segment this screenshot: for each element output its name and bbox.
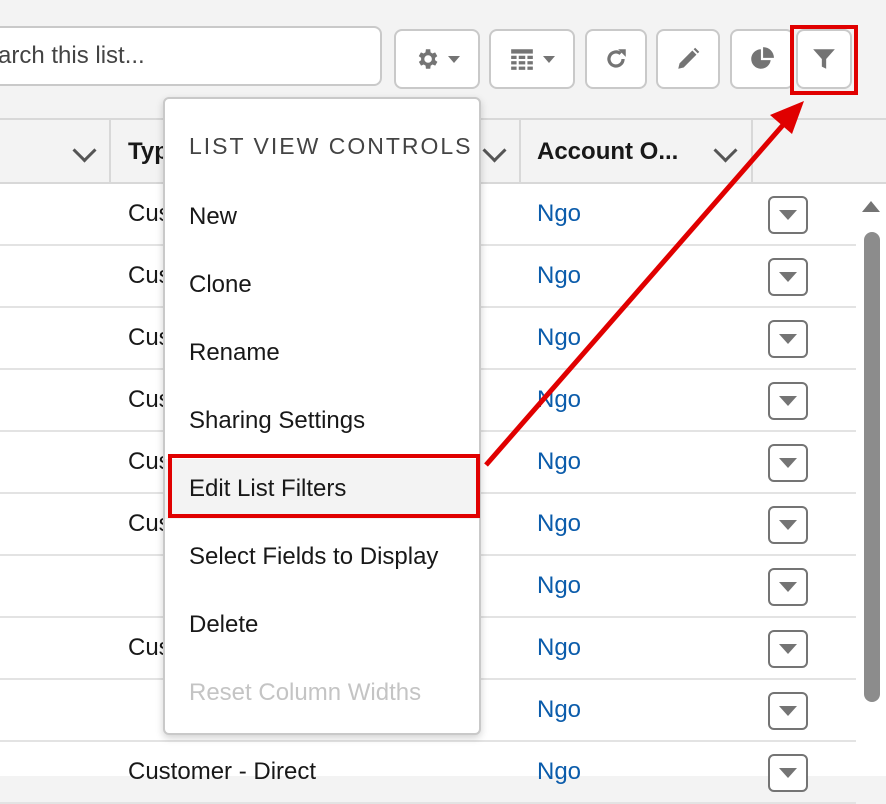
chevron-down-icon xyxy=(779,272,797,282)
chevron-down-icon xyxy=(779,334,797,344)
menu-title: LIST VIEW CONTROLS xyxy=(189,133,473,159)
pie-chart-icon xyxy=(751,47,774,69)
display-as-button[interactable] xyxy=(489,29,575,89)
edit-button[interactable] xyxy=(656,29,720,89)
gear-icon xyxy=(418,49,438,69)
chevron-down-icon xyxy=(779,396,797,406)
row-actions-button[interactable] xyxy=(768,196,808,234)
account-owner-link[interactable]: Ngo xyxy=(537,556,581,616)
row-actions-button[interactable] xyxy=(768,320,808,358)
account-owner-link[interactable]: Ngo xyxy=(537,680,581,740)
account-owner-link[interactable]: Ngo xyxy=(537,618,581,678)
chevron-down-icon[interactable] xyxy=(72,138,97,163)
filter-button-highlight xyxy=(790,25,858,95)
list-view-controls-menu: LIST VIEW CONTROLS New Clone Rename Sharing… xyxy=(163,97,481,735)
menu-item-reset-column-widths: Reset Column Widths xyxy=(189,679,422,706)
menu-item-sharing-settings[interactable]: Sharing Settings xyxy=(165,391,479,451)
column-header-account-owner[interactable]: Account O... xyxy=(537,120,678,184)
refresh-icon xyxy=(607,49,626,68)
account-owner-link[interactable]: Ngo xyxy=(537,370,581,430)
pencil-icon xyxy=(678,47,700,69)
refresh-button[interactable] xyxy=(585,29,647,89)
row-actions-button[interactable] xyxy=(768,568,808,606)
search-box[interactable] xyxy=(0,26,382,86)
chevron-down-icon xyxy=(448,55,460,63)
chevron-down-icon xyxy=(779,210,797,220)
menu-item-clone[interactable]: Clone xyxy=(165,255,479,315)
chevron-down-icon xyxy=(779,458,797,468)
scrollbar[interactable] xyxy=(864,232,880,702)
account-owner-link[interactable]: Ngo xyxy=(537,494,581,554)
row-actions-button[interactable] xyxy=(768,258,808,296)
row-actions-button[interactable] xyxy=(768,444,808,482)
account-owner-link[interactable]: Ngo xyxy=(537,308,581,368)
menu-item-new[interactable]: New xyxy=(165,187,479,247)
chevron-down-icon xyxy=(779,768,797,778)
chevron-down-icon[interactable] xyxy=(713,138,738,163)
row-actions-button[interactable] xyxy=(768,754,808,792)
menu-item-rename[interactable]: Rename xyxy=(165,323,479,383)
type-cell: Customer - Direct xyxy=(128,758,317,785)
row-actions-button[interactable] xyxy=(768,382,808,420)
account-owner-link[interactable]: Ngo xyxy=(537,246,581,306)
chevron-down-icon xyxy=(779,644,797,654)
menu-item-delete[interactable]: Delete xyxy=(165,595,479,655)
row-actions-button[interactable] xyxy=(768,630,808,668)
settings-button[interactable] xyxy=(394,29,480,89)
account-owner-link[interactable]: Ngo xyxy=(537,742,581,802)
search-input[interactable] xyxy=(0,41,380,71)
chevron-down-icon xyxy=(779,520,797,530)
chevron-down-icon[interactable] xyxy=(482,138,507,163)
charts-button[interactable] xyxy=(730,29,794,89)
scroll-up-arrow[interactable] xyxy=(862,201,880,212)
chevron-down-icon xyxy=(543,55,555,63)
account-owner-link[interactable]: Ngo xyxy=(537,432,581,492)
chevron-down-icon xyxy=(779,582,797,592)
table-icon xyxy=(511,49,533,70)
edit-list-filters-highlight xyxy=(168,454,480,518)
row-actions-button[interactable] xyxy=(768,506,808,544)
chevron-down-icon xyxy=(779,706,797,716)
account-owner-link[interactable]: Ngo xyxy=(537,184,581,244)
row-actions-button[interactable] xyxy=(768,692,808,730)
table-row: Customer - Direct Ngo xyxy=(0,742,856,804)
menu-item-select-fields-to-display[interactable]: Select Fields to Display xyxy=(165,527,479,587)
